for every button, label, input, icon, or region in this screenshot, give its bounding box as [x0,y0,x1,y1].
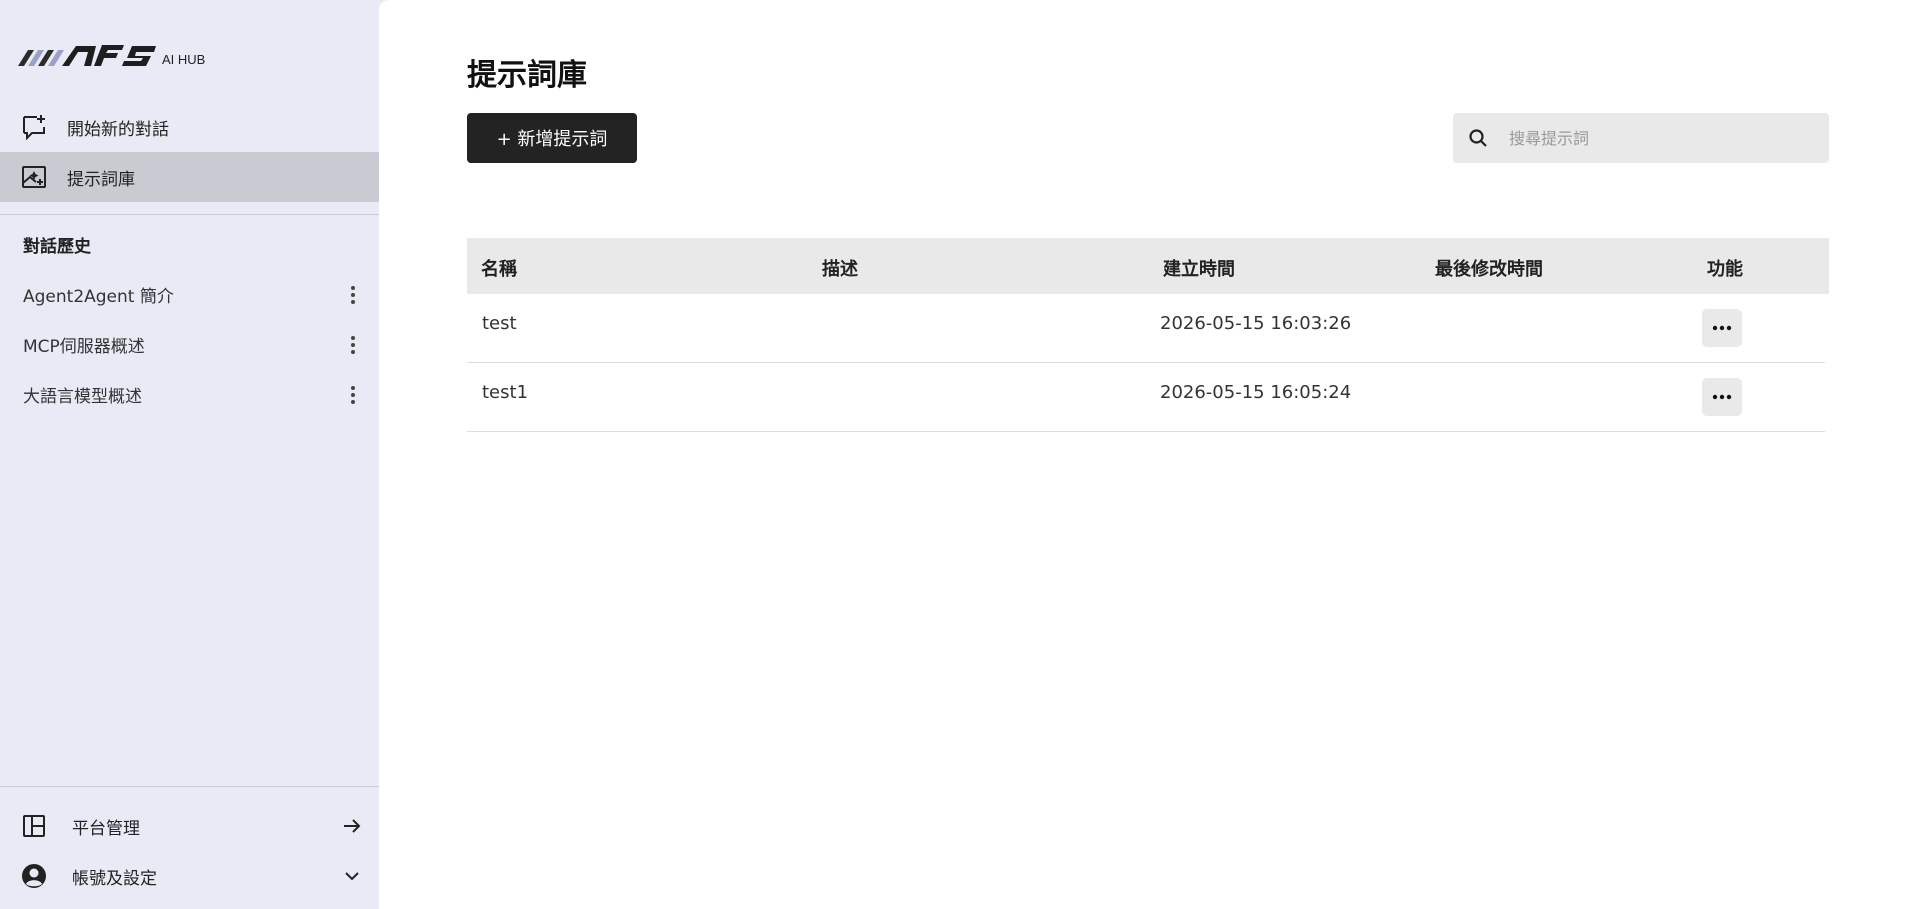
sidebar-item-label: 開始新的對話 [67,119,169,140]
afs-logo[interactable]: AI HUB [18,44,205,68]
more-vertical-icon[interactable] [343,384,363,406]
sidebar-divider [0,786,379,787]
history-item-label: 大語言模型概述 [23,386,142,407]
table-row: test1 2026-05-15 16:05:24 [467,363,1825,432]
search-icon [1467,127,1489,149]
history-item[interactable]: MCP伺服器概述 [0,324,379,364]
column-header-name: 名稱 [481,259,517,280]
sidebar-item-new-chat[interactable]: 開始新的對話 [0,102,379,152]
history-section-title: 對話歷史 [23,237,91,257]
sidebar-item-label: 平台管理 [72,818,140,839]
chevron-down-icon [341,865,363,887]
table-row: test 2026-05-15 16:03:26 [467,294,1825,363]
row-name: test [482,313,517,334]
image-sparkle-icon [18,161,50,193]
prompt-table: 名稱 描述 建立時間 最後修改時間 功能 test 2026-05-15 16:… [467,238,1829,432]
chat-plus-icon [18,111,50,143]
history-item-label: Agent2Agent 簡介 [23,286,174,307]
add-prompt-button[interactable]: + 新增提示詞 [467,113,637,163]
search-input[interactable] [1509,128,1809,148]
sidebar-item-platform-admin[interactable]: 平台管理 [0,802,379,850]
sidebar-item-label: 帳號及設定 [72,868,157,889]
column-header-description: 描述 [822,259,858,280]
row-more-button[interactable] [1702,309,1742,347]
more-vertical-icon[interactable] [343,334,363,356]
more-horizontal-icon [1712,394,1732,400]
sidebar: AI HUB 開始新的對話 提示詞庫 對話歷史 Agent2Agent 簡介 M… [0,0,379,909]
sidebar-divider [0,214,379,215]
column-header-created: 建立時間 [1163,259,1235,280]
user-circle-icon [18,860,50,892]
sidebar-item-prompt-library[interactable]: 提示詞庫 [0,152,379,202]
table-header: 名稱 描述 建立時間 最後修改時間 功能 [467,238,1829,294]
logo-sub-text: AI HUB [162,52,206,67]
sidebar-item-label: 提示詞庫 [67,169,135,190]
more-vertical-icon[interactable] [343,284,363,306]
history-item-label: MCP伺服器概述 [23,336,145,357]
more-horizontal-icon [1712,325,1732,331]
afs-logo-icon [18,45,156,66]
sidebar-item-account-settings[interactable]: 帳號及設定 [0,852,379,900]
search-box[interactable] [1453,113,1829,163]
history-item[interactable]: Agent2Agent 簡介 [0,274,379,314]
row-created: 2026-05-15 16:05:24 [1160,382,1352,403]
history-item[interactable]: 大語言模型概述 [0,374,379,414]
layout-panel-icon [18,810,50,842]
arrow-right-icon [341,815,363,837]
main-content: 提示詞庫 + 新增提示詞 名稱 描述 建立時間 最後修改時間 功能 test 2… [379,0,1906,909]
page-title: 提示詞庫 [467,58,587,93]
column-header-actions: 功能 [1707,259,1743,280]
row-created: 2026-05-15 16:03:26 [1160,313,1352,334]
row-name: test1 [482,382,529,403]
column-header-modified: 最後修改時間 [1435,259,1543,280]
row-more-button[interactable] [1702,378,1742,416]
